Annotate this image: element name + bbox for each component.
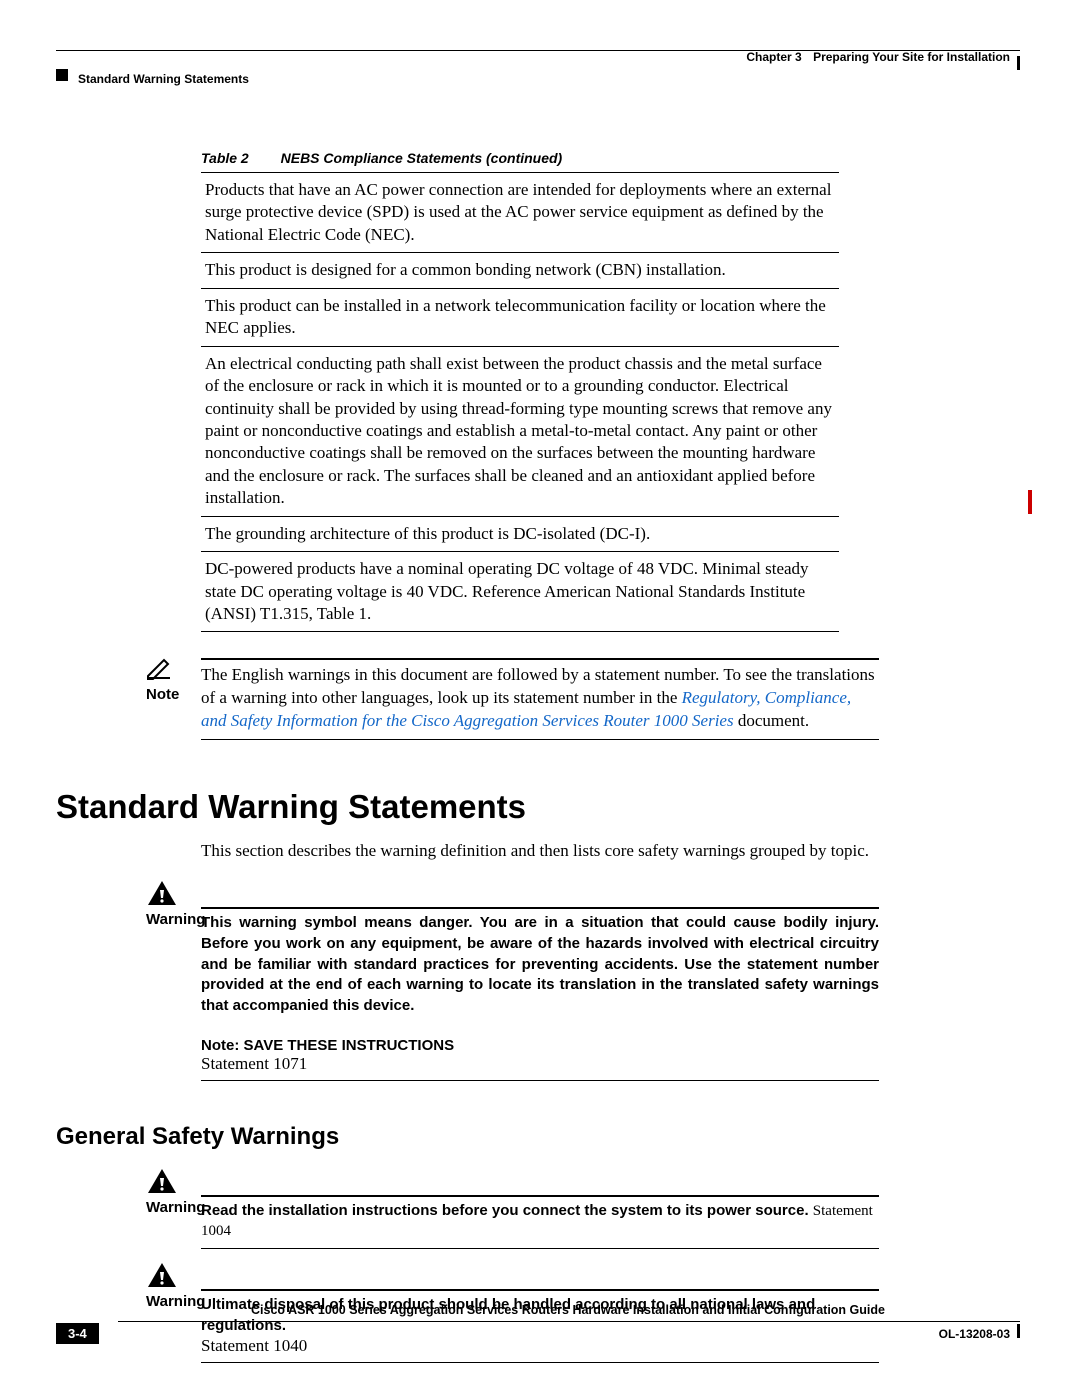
warning-statement: Statement 1071 (201, 1054, 879, 1074)
warning-rule-bottom (201, 1080, 879, 1081)
table-row: This product can be installed in a netwo… (201, 288, 839, 346)
warning-text: Read the installation instructions befor… (201, 1202, 809, 1219)
warning-label: Warning (146, 1199, 205, 1216)
footer-rule (118, 1321, 1020, 1322)
warning-label: Warning (146, 911, 205, 928)
running-section-title: Standard Warning Statements (78, 72, 249, 86)
heading-1: Standard Warning Statements (56, 788, 1020, 826)
table-caption: Table 2 NEBS Compliance Statements (cont… (201, 150, 1020, 166)
footer-doc-number: OL-13208-03 (939, 1327, 1010, 1341)
warning-rule-top (201, 1289, 879, 1291)
note-text-post: document. (734, 711, 810, 730)
note-rule-top (201, 658, 879, 660)
warning-triangle-icon (146, 1261, 178, 1294)
table-row: DC-powered products have a nominal opera… (201, 552, 839, 632)
table-row: This product is designed for a common bo… (201, 253, 839, 288)
table-caption-text: NEBS Compliance Statements (continued) (281, 150, 563, 166)
document-page: Chapter 3 Preparing Your Site for Instal… (56, 30, 1020, 1367)
table-row: An electrical conducting path shall exis… (201, 346, 839, 516)
warning-triangle-icon (146, 879, 178, 912)
note-block: Note The English warnings in this docume… (56, 658, 1020, 740)
chapter-heading: Chapter 3 Preparing Your Site for Instal… (746, 50, 1010, 64)
chapter-title-text: Preparing Your Site for Installation (813, 50, 1010, 64)
warning-rule-bottom (201, 1248, 879, 1249)
warning-block-1: Warning This warning symbol means danger… (56, 881, 1020, 1080)
nebs-table: Products that have an AC power connectio… (201, 172, 839, 632)
note-body: The English warnings in this document ar… (201, 664, 879, 733)
header-end-bar-icon (1017, 56, 1020, 70)
heading-1-body: This section describes the warning defin… (201, 840, 1020, 863)
table-row: The grounding architecture of this produ… (201, 516, 839, 551)
warning-rule-top (201, 907, 879, 909)
footer-page-number: 3-4 (56, 1323, 99, 1344)
footer-end-bar-icon (1017, 1324, 1020, 1338)
heading-2: General Safety Warnings (56, 1123, 1020, 1151)
header-square-icon (56, 69, 68, 81)
pencil-icon (146, 656, 176, 685)
warning-note: Note: SAVE THESE INSTRUCTIONS (201, 1037, 879, 1054)
revision-bar-icon (1028, 490, 1032, 514)
chapter-label: Chapter 3 (746, 50, 801, 64)
footer-guide-title: Cisco ASR 1000 Series Aggregation Servic… (126, 1303, 1010, 1317)
table-row: Products that have an AC power connectio… (201, 173, 839, 253)
warning-body: This warning symbol means danger. You ar… (201, 913, 879, 1016)
note-label: Note (146, 686, 179, 703)
table-number: Table 2 (201, 150, 249, 166)
warning-triangle-icon (146, 1167, 178, 1200)
note-rule-bottom (201, 739, 879, 740)
table-section: Table 2 NEBS Compliance Statements (cont… (201, 150, 1020, 632)
warning-rule-top (201, 1195, 879, 1197)
page-footer: Cisco ASR 1000 Series Aggregation Servic… (56, 1321, 1020, 1367)
warning-body: Read the installation instructions befor… (201, 1201, 879, 1242)
warning-block-2: Warning Read the installation instructio… (56, 1169, 1020, 1249)
page-header: Chapter 3 Preparing Your Site for Instal… (56, 50, 1020, 90)
